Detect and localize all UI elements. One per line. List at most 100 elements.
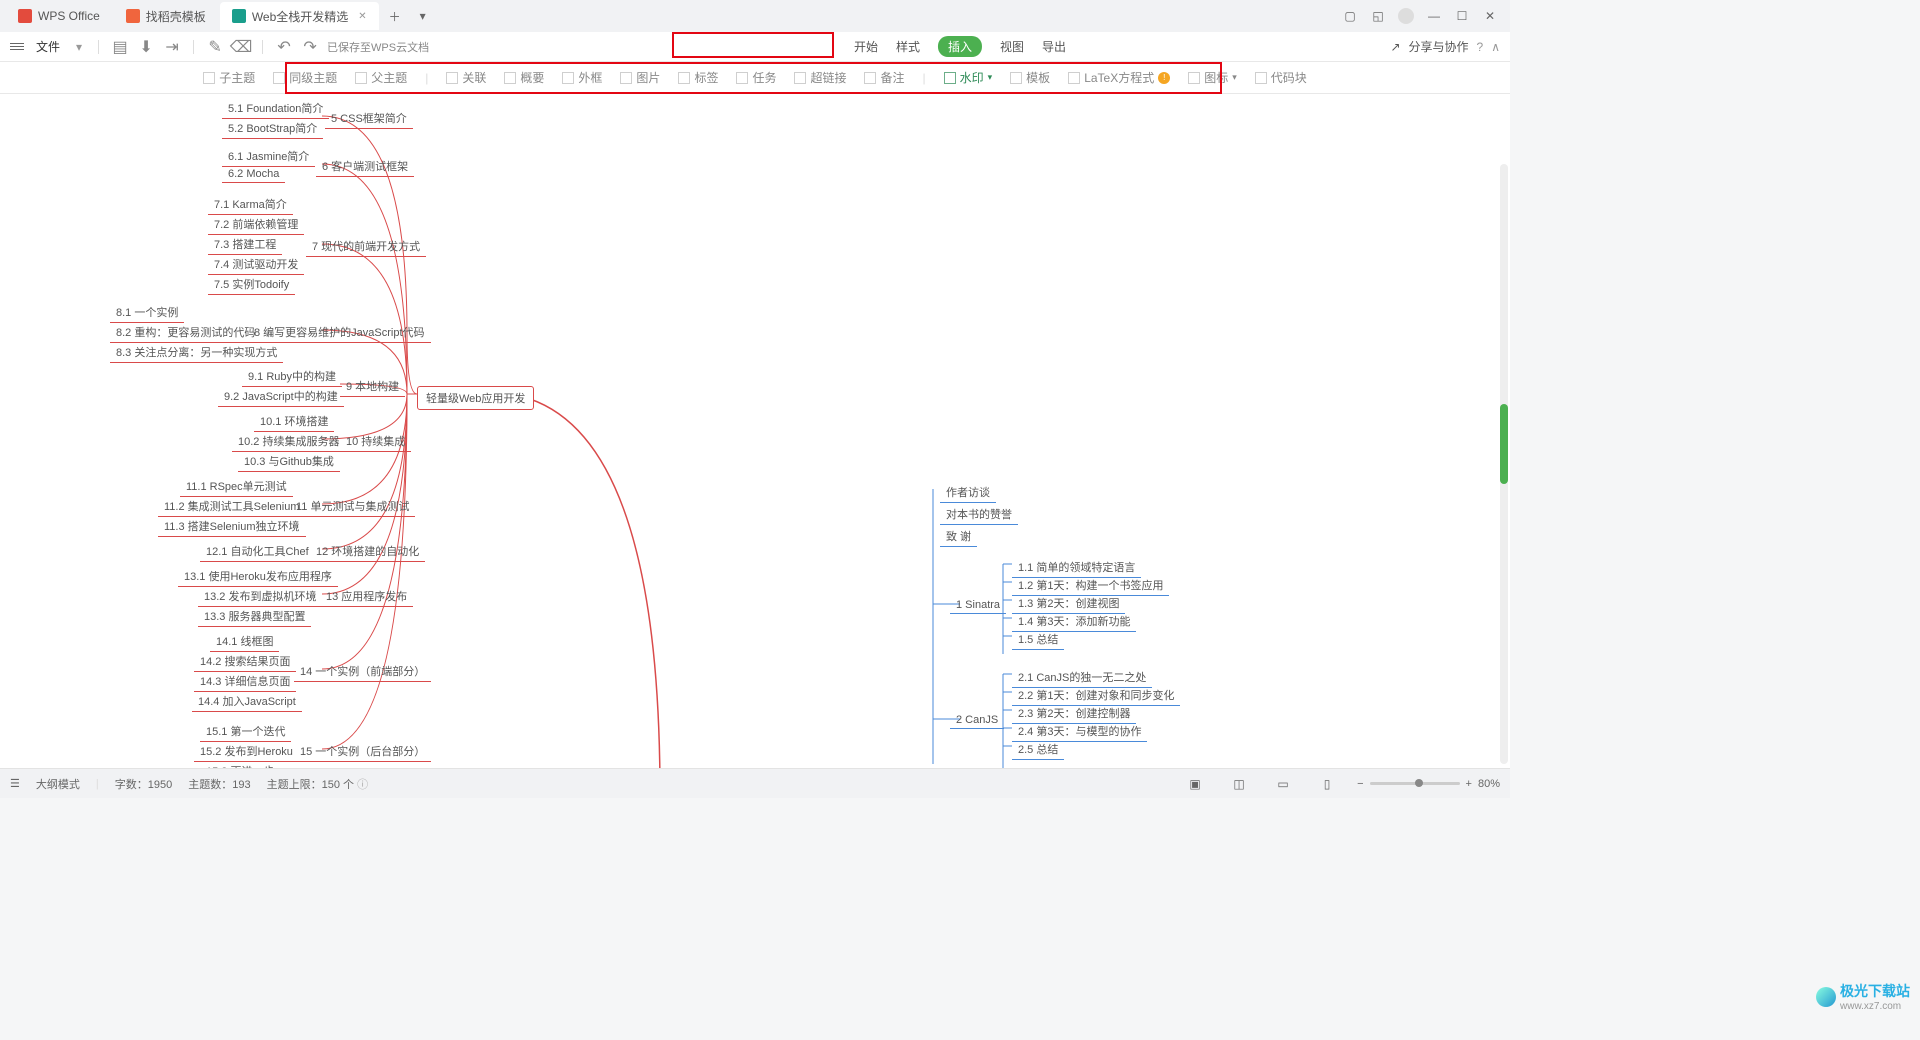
file-dropdown-icon[interactable]: ▾ [72,40,86,54]
node-14-2[interactable]: 14.2 搜索结果页面 [194,651,296,672]
node-7[interactable]: 7 现代的前端开发方式 [306,236,426,257]
export-icon[interactable]: ⇥ [163,38,181,56]
save-icon[interactable]: ▤ [111,38,129,56]
node-13[interactable]: 13 应用程序发布 [320,586,413,607]
hamburger-icon[interactable] [10,43,24,50]
node-11-1[interactable]: 11.1 RSpec单元测试 [180,476,293,497]
scrollbar-thumb[interactable] [1500,404,1508,484]
read-icon[interactable]: ▭ [1275,776,1291,792]
menu-view[interactable]: 视图 [1000,38,1024,55]
node-10-1[interactable]: 10.1 环境搭建 [254,411,334,432]
node-1-5[interactable]: 1.5 总结 [1012,629,1064,650]
node-14-3[interactable]: 14.3 详细信息页面 [194,671,296,692]
node-11-2[interactable]: 11.2 集成测试工具Selenium [158,496,306,517]
node-6-2[interactable]: 6.2 Mocha [222,166,285,183]
node-9-1[interactable]: 9.1 Ruby中的构建 [242,366,342,387]
tab-document[interactable]: Web全栈开发精选 ✕ [220,2,379,30]
node-15-3[interactable]: 15.3 更进一步 [200,761,280,768]
file-menu[interactable]: 文件 [32,38,64,55]
node-13-1[interactable]: 13.1 使用Heroku发布应用程序 [178,566,338,587]
more-icon[interactable]: ∧ [1491,40,1500,54]
avatar-icon[interactable] [1398,8,1414,24]
ribbon-sibling[interactable]: 同级主题 [273,69,337,86]
menu-start[interactable]: 开始 [854,38,878,55]
outline-toggle-icon[interactable]: ☰ [10,777,20,790]
ribbon-codeblock[interactable]: 代码块 [1255,69,1307,86]
node-8[interactable]: 8 编写更容易维护的JavaScript代码 [248,322,431,343]
brush-icon[interactable]: ✎ [206,38,224,56]
ribbon-summary[interactable]: 概要 [504,69,544,86]
ribbon-subtopic[interactable]: 子主题 [203,69,255,86]
node-10-3[interactable]: 10.3 与Github集成 [238,451,340,472]
node-7-2[interactable]: 7.2 前端依赖管理 [208,214,304,235]
node-10[interactable]: 10 持续集成 [340,431,411,452]
node-5-2[interactable]: 5.2 BootStrap简介 [222,118,323,139]
node-15[interactable]: 15 一个实例（后台部分） [294,741,431,762]
node-10-2[interactable]: 10.2 持续集成服务器 [232,431,345,452]
center-node[interactable]: 轻量级Web应用开发 [417,386,534,410]
node-15-2[interactable]: 15.2 发布到Heroku [194,741,299,762]
node-14-4[interactable]: 14.4 加入JavaScript [192,691,302,712]
menu-export[interactable]: 导出 [1042,38,1066,55]
scrollbar[interactable] [1500,164,1508,764]
node-intro-2[interactable]: 对本书的赞誉 [940,504,1018,525]
download-icon[interactable]: ⬇ [137,38,155,56]
node-13-3[interactable]: 13.3 服务器典型配置 [198,606,311,627]
ribbon-image[interactable]: 图片 [620,69,660,86]
zoom-out-icon[interactable]: − [1357,778,1363,790]
node-intro-3[interactable]: 致 谢 [940,526,977,547]
zoom-control[interactable]: − + 80% [1357,778,1500,790]
node-12-1[interactable]: 12.1 自动化工具Chef [200,541,315,562]
node-13-2[interactable]: 13.2 发布到虚拟机环境 [198,586,322,607]
node-11[interactable]: 11 单元测试与集成测试 [290,496,415,517]
tab-wps[interactable]: WPS Office [6,2,112,30]
cube-icon[interactable]: ◱ [1370,8,1386,24]
tab-menu-icon[interactable]: ▾ [415,8,431,24]
ribbon-hyperlink[interactable]: 超链接 [794,69,846,86]
minimize-icon[interactable]: — [1426,8,1442,24]
ribbon-task[interactable]: 任务 [736,69,776,86]
node-intro-1[interactable]: 作者访谈 [940,482,996,503]
node-7-1[interactable]: 7.1 Karma简介 [208,194,293,215]
ribbon-relation[interactable]: 关联 [446,69,486,86]
node-5-1[interactable]: 5.1 Foundation简介 [222,98,329,119]
page-icon[interactable]: ▯ [1319,776,1335,792]
eraser-icon[interactable]: ⌫ [232,38,250,56]
node-7-3[interactable]: 7.3 搭建工程 [208,234,282,255]
ribbon-note[interactable]: 备注 [864,69,904,86]
new-tab-icon[interactable]: ＋ [387,8,403,24]
maximize-icon[interactable]: ☐ [1454,8,1470,24]
close-icon[interactable]: ✕ [358,11,366,22]
node-5[interactable]: 5 CSS框架简介 [325,108,413,129]
node-6-1[interactable]: 6.1 Jasmine简介 [222,146,315,167]
menu-insert[interactable]: 插入 [938,36,982,57]
node-8-2[interactable]: 8.2 重构：更容易测试的代码 [110,322,261,343]
node-1[interactable]: 1 Sinatra [950,597,1006,614]
node-12[interactable]: 12 环境搭建的自动化 [310,541,425,562]
node-15-1[interactable]: 15.1 第一个迭代 [200,721,291,742]
node-9-2[interactable]: 9.2 JavaScript中的构建 [218,386,344,407]
zoom-slider[interactable] [1370,782,1460,785]
node-8-3[interactable]: 8.3 关注点分离：另一种实现方式 [110,342,283,363]
tab-templates[interactable]: 找稻壳模板 [114,2,218,30]
help-icon[interactable]: ? [1477,40,1484,54]
ribbon-boundary[interactable]: 外框 [562,69,602,86]
node-7-5[interactable]: 7.5 实例Todoify [208,274,295,295]
node-14-1[interactable]: 14.1 线框图 [210,631,279,652]
ribbon-icon[interactable]: 图标▾ [1188,69,1237,86]
node-7-4[interactable]: 7.4 测试驱动开发 [208,254,304,275]
ribbon-latex[interactable]: LaTeX方程式! [1068,69,1170,86]
view-mode-icon[interactable]: ▣ [1187,776,1203,792]
node-11-3[interactable]: 11.3 搭建Selenium独立环境 [158,516,306,537]
mindmap-canvas[interactable]: 轻量级Web应用开发 5 CSS框架简介 5.1 Foundation简介 5.… [0,94,1510,768]
node-9[interactable]: 9 本地构建 [340,376,405,397]
node-6[interactable]: 6 客户端测试框架 [316,156,414,177]
fit-icon[interactable]: ◫ [1231,776,1247,792]
node-14[interactable]: 14 一个实例（前端部分） [294,661,431,682]
tablet-icon[interactable]: ▢ [1342,8,1358,24]
share-button[interactable]: 分享与协作 [1409,38,1469,55]
node-2-5[interactable]: 2.5 总结 [1012,739,1064,760]
redo-icon[interactable]: ↷ [301,38,319,56]
ribbon-template[interactable]: 模板 [1010,69,1050,86]
ribbon-watermark[interactable]: 水印▾ [944,69,993,86]
